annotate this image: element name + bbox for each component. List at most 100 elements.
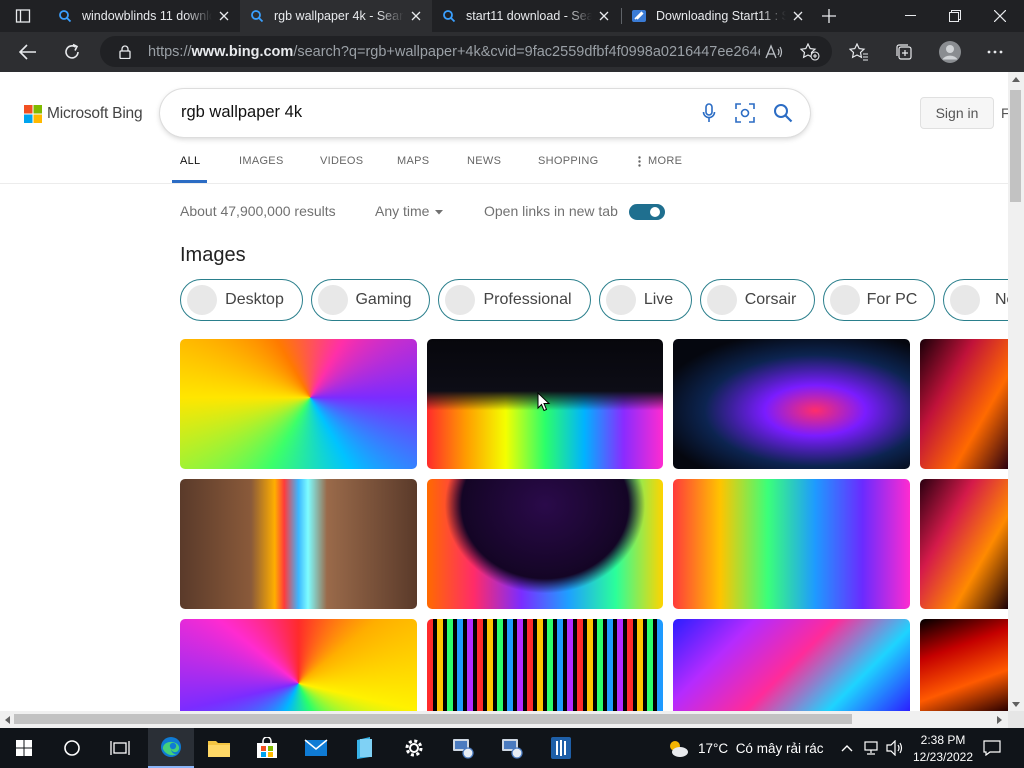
profile-avatar-icon[interactable] [936,38,964,66]
wallpaper-thumbnail[interactable] [180,339,417,469]
chip-live[interactable]: Live [599,279,692,321]
installer-app-icon[interactable] [538,728,584,768]
microphone-icon[interactable] [698,102,720,124]
sign-in-button[interactable]: Sign in [920,97,994,129]
dropdown-caret-icon[interactable] [434,208,444,216]
tab-actions-icon[interactable] [10,6,36,26]
vertical-scroll-thumb[interactable] [1010,90,1021,202]
chip-professional[interactable]: Professional [438,279,591,321]
visual-search-icon[interactable] [733,102,757,124]
wallpaper-thumbnail[interactable] [920,619,1008,711]
wallpaper-thumbnail[interactable] [180,479,417,609]
images-heading[interactable]: Images [180,244,246,267]
wallpaper-thumbnail[interactable] [920,339,1008,469]
file-explorer-icon[interactable] [196,728,242,768]
restore-icon[interactable] [935,2,975,30]
chip-thumbnail [318,285,348,315]
nav-divider [0,183,1008,184]
tab-windowblinds[interactable]: windowblinds 11 download [48,0,240,32]
wallpaper-thumbnail[interactable] [673,619,910,711]
toggle-knob[interactable] [650,207,660,217]
collections-icon[interactable] [891,40,917,64]
clock-date[interactable]: 12/23/2022 [909,750,977,764]
mail-icon[interactable] [293,728,339,768]
refresh-icon[interactable] [58,38,86,66]
tab-maps[interactable]: MAPS [397,155,429,167]
search-favicon-icon [251,10,264,23]
scroll-down-arrow-icon[interactable] [1010,699,1022,709]
start-button[interactable] [0,728,48,768]
time-filter-dropdown[interactable]: Any time [375,203,429,219]
weather-widget[interactable]: 17°C Có mây rải rác [698,741,823,756]
weather-icon[interactable] [664,728,692,768]
chip-desktop[interactable]: Desktop [180,279,303,321]
lock-icon[interactable] [116,42,134,62]
wallpaper-thumbnail[interactable] [673,479,910,609]
url-text[interactable]: https://www.bing.com/search?q=rgb+wallpa… [148,43,760,61]
tab-images[interactable]: IMAGES [239,155,284,167]
tab-news[interactable]: NEWS [467,155,501,167]
store-icon[interactable] [244,728,290,768]
horizontal-scroll-thumb[interactable] [14,714,852,724]
chip-corsair[interactable]: Corsair [700,279,815,321]
scroll-up-arrow-icon[interactable] [1010,74,1022,84]
read-aloud-icon[interactable] [762,40,786,64]
search-input[interactable]: rgb wallpaper 4k [181,103,302,122]
scroll-left-arrow-icon[interactable] [2,714,12,725]
tab-start11-download[interactable]: start11 download - Search [432,0,620,32]
stardock-favicon-icon [632,10,646,22]
chip-thumbnail [606,285,636,315]
minimize-icon[interactable] [890,2,930,30]
add-favorite-icon[interactable] [797,40,823,64]
chip-label: Gaming [355,291,412,308]
network-tool-icon[interactable] [440,728,486,768]
scrollbar-corner [1008,711,1024,728]
chip-for-pc[interactable]: For PC [823,279,935,321]
wallpaper-thumbnail[interactable] [180,619,417,711]
search-favicon-icon [59,10,72,23]
close-tab-icon[interactable] [790,8,806,24]
more-options-icon[interactable] [982,40,1008,64]
tab-more[interactable]: MORE [648,155,682,167]
wallpaper-thumbnail[interactable] [673,339,910,469]
scroll-right-arrow-icon[interactable] [994,714,1004,725]
wallpaper-thumbnail[interactable] [427,479,663,609]
close-window-icon[interactable] [980,2,1020,30]
open-links-label: Open links in new tab [484,203,618,219]
search-taskbar-icon[interactable] [48,728,96,768]
task-view-icon[interactable] [96,728,144,768]
clock-time[interactable]: 2:38 PM [916,733,970,747]
volume-icon[interactable] [884,728,906,768]
back-icon[interactable] [14,38,42,66]
tab-title: Downloading Start11 : Stardock [656,9,786,23]
show-hidden-icons-icon[interactable] [838,728,856,768]
more-dots-icon[interactable] [636,154,642,168]
tab-stardock[interactable]: Downloading Start11 : Stardock [622,0,814,32]
close-tab-icon[interactable] [596,8,612,24]
favorites-icon[interactable] [846,40,872,64]
tab-videos[interactable]: VIDEOS [320,155,363,167]
chip-label: Professional [483,291,572,308]
network-tool-icon-2[interactable] [489,728,535,768]
chip-gaming[interactable]: Gaming [311,279,430,321]
wallpaper-thumbnail[interactable] [427,619,663,711]
search-icon[interactable] [771,102,795,124]
edge-taskbar-icon[interactable] [148,728,194,768]
wallpaper-thumbnail[interactable] [920,479,1008,609]
result-count: About 47,900,000 results [180,203,336,219]
settings-icon[interactable] [391,728,437,768]
close-tab-icon[interactable] [216,8,232,24]
network-status-icon[interactable] [860,728,882,768]
tab-shopping[interactable]: SHOPPING [538,155,598,167]
tab-title: start11 download - Search [466,9,592,23]
app-taskbar-icon[interactable] [342,728,388,768]
microsoft-logo-icon [24,105,42,123]
tab-all[interactable]: ALL [180,155,200,167]
chip-label: Desktop [225,291,284,308]
bing-logo[interactable]: Microsoft Bing [24,104,143,124]
close-tab-icon[interactable] [408,8,424,24]
windows-logo-icon [16,740,32,756]
notifications-icon[interactable] [978,728,1006,768]
tab-rgb-wallpaper[interactable]: rgb wallpaper 4k - Search [240,0,432,32]
new-tab-icon[interactable] [816,4,842,28]
